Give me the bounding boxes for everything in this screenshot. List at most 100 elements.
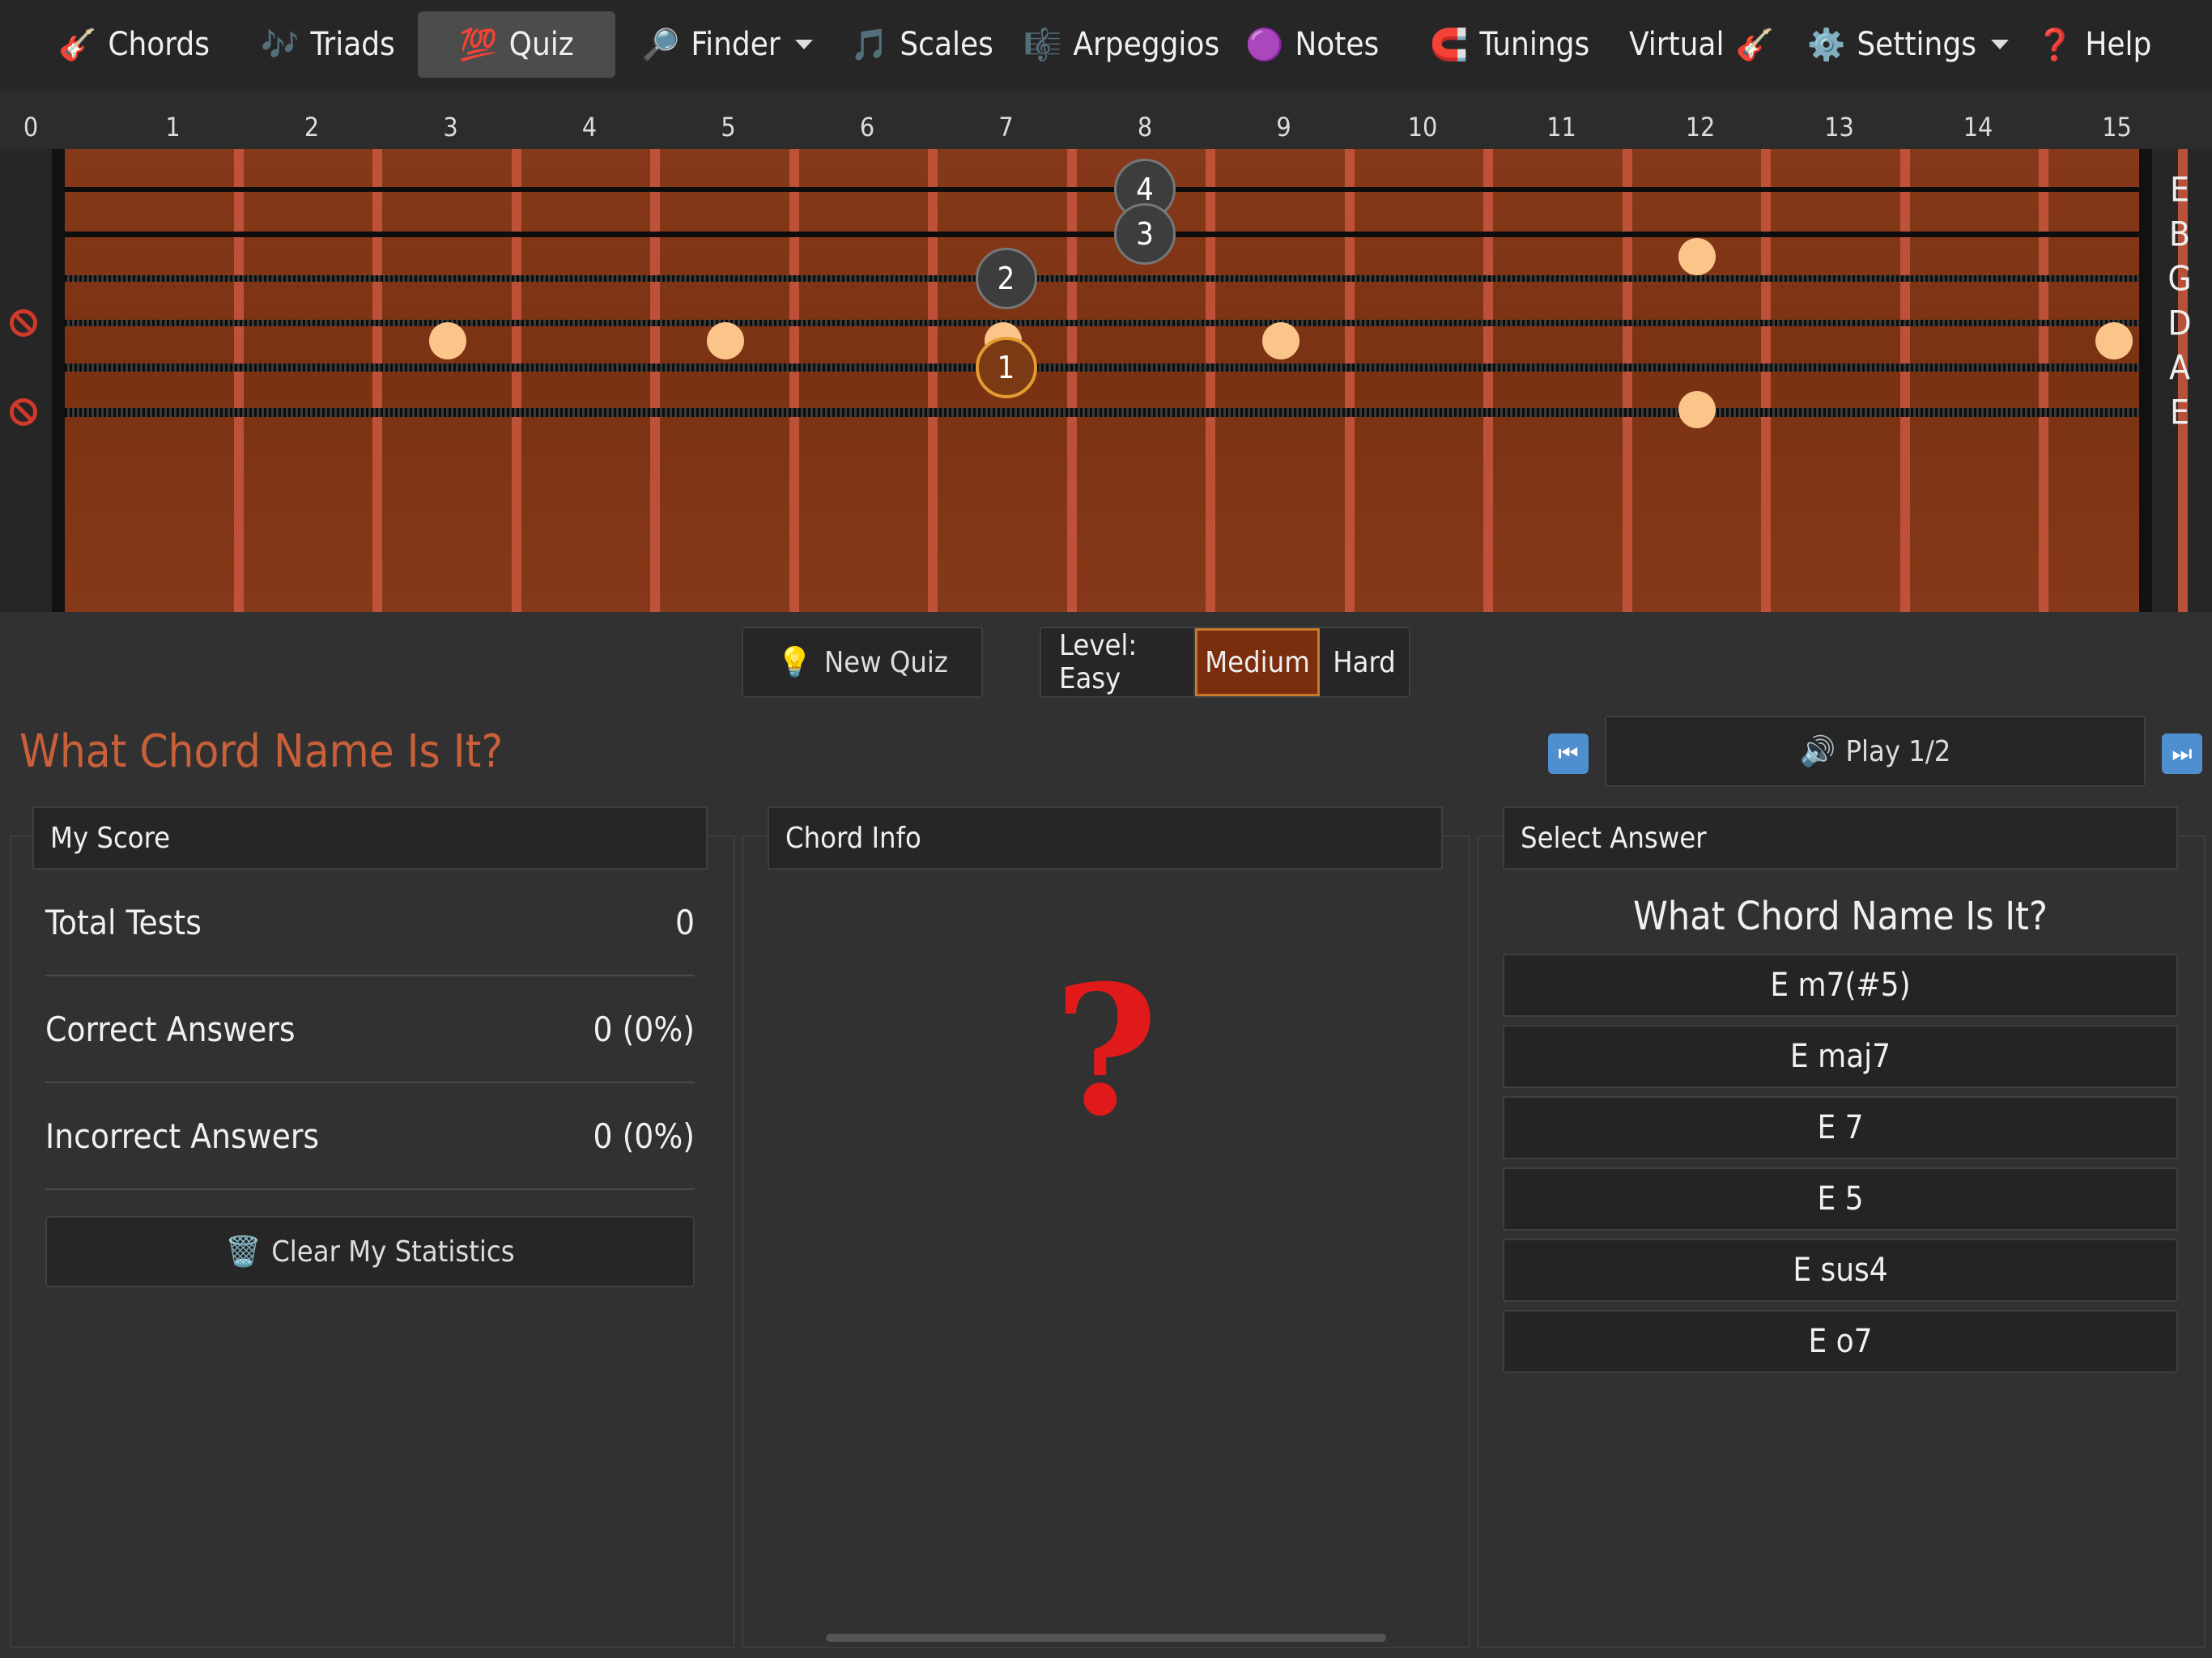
previous-icon[interactable]: ⏮	[1548, 733, 1589, 774]
nav-virtual[interactable]: Virtual 🎸	[1618, 11, 1785, 78]
fret-number: 6	[859, 112, 875, 142]
chord-info-header: Chord Info	[768, 806, 1443, 869]
hundred-points-icon: 💯	[459, 27, 498, 62]
nav-help[interactable]: ❓ Help	[2024, 11, 2163, 78]
chevron-down-icon	[794, 40, 813, 49]
score-value: 0	[674, 902, 695, 942]
answer-header: Select Answer	[1503, 806, 2178, 869]
purple-circle-icon: 🟣	[1245, 27, 1284, 62]
nav-label: Triads	[310, 26, 395, 63]
finger-marker[interactable]: 2	[975, 248, 1037, 309]
fret-number: 12	[1685, 112, 1716, 142]
fret-wire	[2039, 149, 2048, 612]
chord-info-scrollbar[interactable]	[826, 1634, 1386, 1642]
level-selector: Level: Easy Medium Hard	[1040, 627, 1410, 698]
new-quiz-button[interactable]: 💡 New Quiz	[742, 627, 983, 698]
answer-option[interactable]: E maj7	[1503, 1025, 2178, 1088]
question-mark-icon: ❓	[2035, 27, 2074, 62]
score-value: 0 (0%)	[593, 1116, 695, 1156]
fret-inlay-dot	[2095, 322, 2133, 359]
muted-string-icon[interactable]	[10, 309, 37, 337]
nav-triads[interactable]: 🎶 Triads	[249, 11, 406, 78]
magnet-icon: 🧲	[1430, 27, 1469, 62]
fret-wire	[511, 149, 521, 612]
fret-wire	[1622, 149, 1632, 612]
fret-inlay-dot	[1678, 391, 1716, 428]
fret-number: 0	[23, 112, 39, 142]
fret-wire	[233, 149, 244, 612]
fret-number: 3	[443, 112, 458, 142]
string-name-label: D	[2167, 303, 2192, 343]
nav-label: Help	[2085, 26, 2152, 63]
nav-quiz[interactable]: 💯 Quiz	[418, 11, 615, 78]
fret-number: 9	[1276, 112, 1291, 142]
level-hard-button[interactable]: Hard	[1320, 628, 1409, 696]
nav-label: Scales	[900, 26, 993, 63]
nav-arpeggios[interactable]: 🎼 Arpeggios	[1012, 11, 1231, 78]
play-button[interactable]: 🔊 Play 1/2	[1605, 716, 2146, 787]
nav-label: Settings	[1857, 26, 1976, 63]
fret-wire	[1344, 149, 1355, 612]
score-label: Total Tests	[45, 902, 202, 942]
top-nav: 🎸 Chords 🎶 Triads 💯 Quiz 🔎 Finder 🎵 Scal…	[0, 0, 2212, 89]
nav-chords[interactable]: 🎸 Chords	[47, 11, 221, 78]
magnifier-icon: 🔎	[641, 27, 680, 62]
root-note-marker[interactable]: 1	[975, 337, 1037, 398]
fretboard: 4321EBGDAE	[0, 149, 2212, 612]
nav-tunings[interactable]: 🧲 Tunings	[1419, 11, 1601, 78]
fret-number: 11	[1546, 112, 1576, 142]
string-name-label: B	[2169, 214, 2190, 254]
guitar-string	[65, 275, 2139, 282]
nav-settings[interactable]: ⚙️ Settings	[1796, 11, 2020, 78]
guitar-string	[65, 231, 2139, 237]
chevron-down-icon	[1990, 40, 2009, 49]
fret-wire	[372, 149, 382, 612]
fret-wire	[1899, 149, 1910, 612]
answer-option[interactable]: E 7	[1503, 1096, 2178, 1159]
nav-scales[interactable]: 🎵 Scales	[839, 11, 1005, 78]
fret-wire	[1066, 149, 1077, 612]
answer-option[interactable]: E m7(#5)	[1503, 954, 2178, 1017]
fret-wire	[1483, 149, 1493, 612]
fret-number: 1	[165, 112, 181, 142]
lightbulb-icon: 💡	[776, 646, 813, 679]
guitar-icon: 🎸	[1735, 27, 1774, 62]
string-name-label: A	[2169, 347, 2190, 388]
score-label: Correct Answers	[45, 1009, 296, 1049]
fret-inlay-dot	[1261, 322, 1300, 359]
gear-icon: ⚙️	[1807, 27, 1846, 62]
nav-label: Notes	[1295, 26, 1380, 63]
music-score-icon: 🎼	[1023, 27, 1062, 62]
answer-option[interactable]: E o7	[1503, 1310, 2178, 1373]
level-easy-button[interactable]: Level: Easy	[1041, 628, 1195, 696]
nav-label: Chords	[108, 26, 210, 63]
guitar-string	[65, 187, 2139, 192]
finger-marker[interactable]: 3	[1114, 203, 1176, 265]
unknown-chord-question-mark: ?	[1053, 946, 1159, 1155]
play-label: Play 1/2	[1845, 734, 1951, 768]
answer-option[interactable]: E sus4	[1503, 1239, 2178, 1302]
fretboard-neck	[52, 149, 2188, 612]
level-medium-button[interactable]: Medium	[1195, 628, 1320, 696]
answer-option[interactable]: E 5	[1503, 1167, 2178, 1231]
guitar-string	[65, 407, 2139, 417]
muted-string-icon[interactable]	[10, 398, 37, 426]
next-icon[interactable]: ⏭	[2162, 733, 2202, 774]
fret-number: 4	[581, 112, 598, 142]
fret-number: 8	[1137, 112, 1153, 142]
fret-inlay-dot	[706, 322, 744, 359]
fret-wire	[928, 149, 938, 612]
nav-label: Arpeggios	[1073, 26, 1220, 63]
fret-wire	[1761, 149, 1771, 612]
speaker-icon: 🔊	[1799, 735, 1836, 768]
string-name-label: E	[2170, 392, 2189, 432]
nav-notes[interactable]: 🟣 Notes	[1234, 11, 1390, 78]
clear-statistics-button[interactable]: 🗑️ Clear My Statistics	[45, 1216, 695, 1287]
fret-wire	[789, 149, 799, 612]
fret-number: 2	[304, 112, 320, 142]
string-name-label: E	[2170, 169, 2189, 210]
fret-number: 7	[998, 112, 1014, 142]
nav-finder[interactable]: 🔎 Finder	[630, 11, 824, 78]
nav-label: Quiz	[508, 26, 574, 63]
score-row-total: Total Tests 0	[45, 869, 695, 976]
